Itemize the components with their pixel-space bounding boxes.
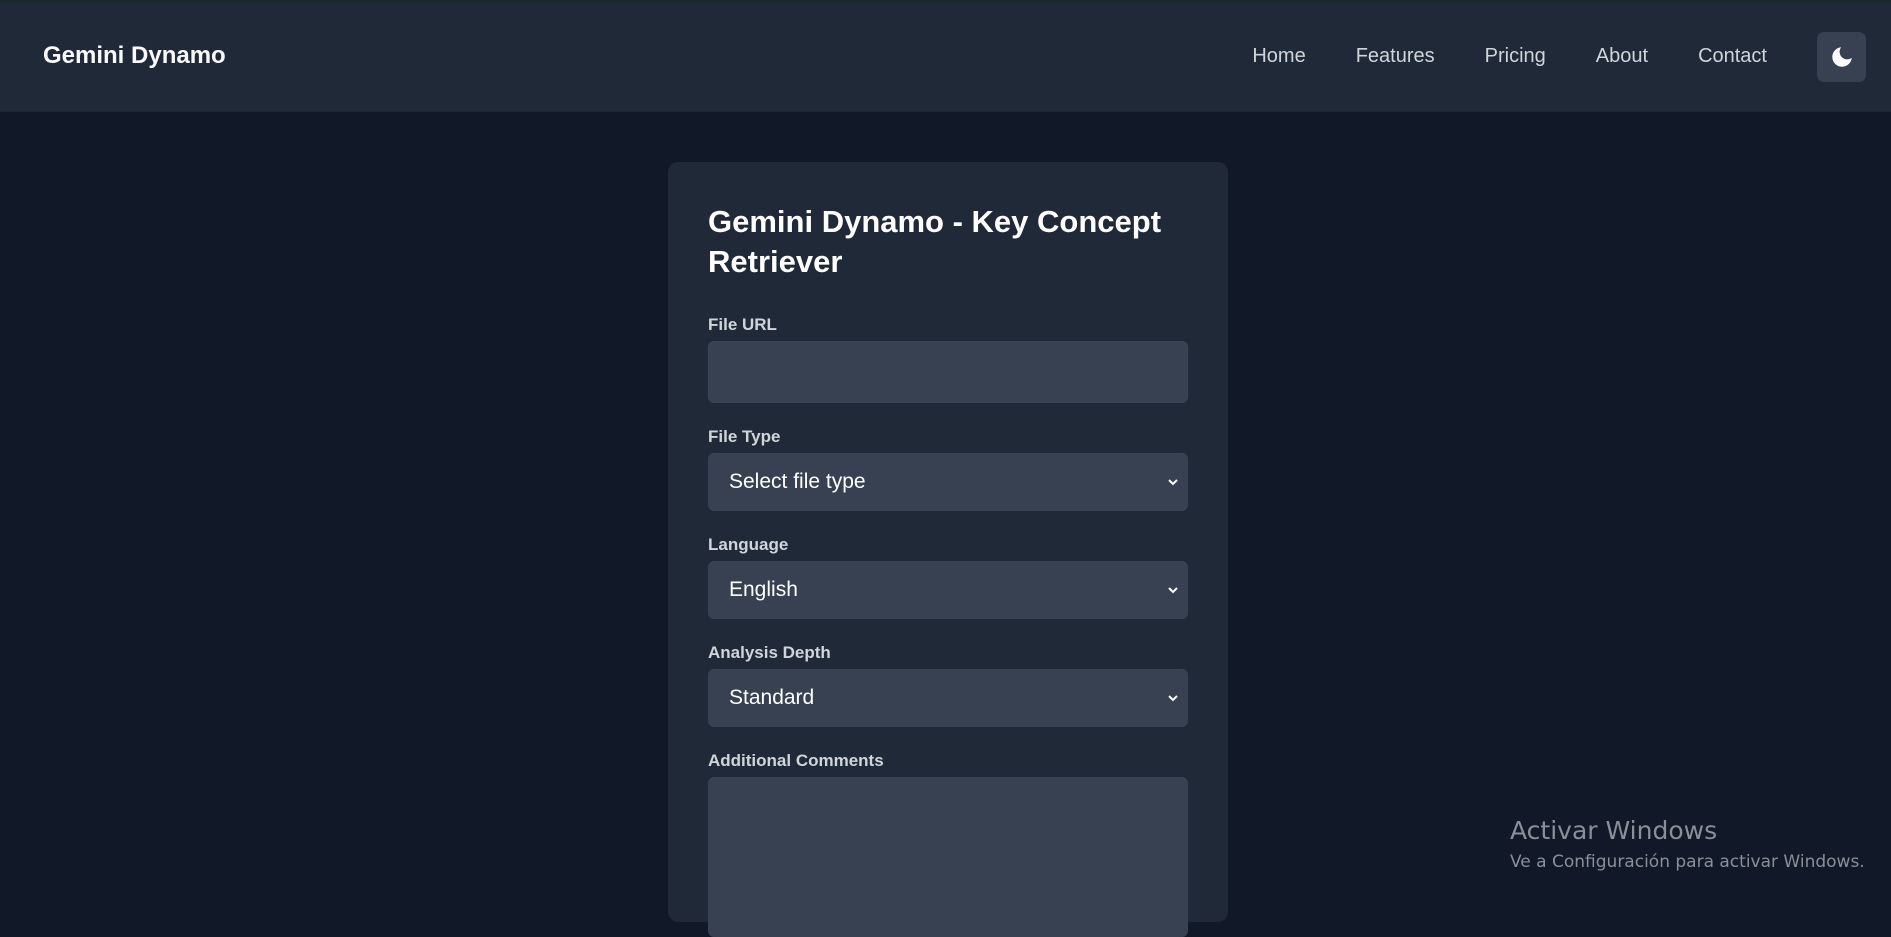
file-url-label: File URL	[708, 315, 777, 334]
file-type-label: File Type	[708, 427, 781, 446]
top-navbar: Gemini Dynamo Home Features Pricing Abou…	[0, 0, 1891, 112]
language-select[interactable]: English	[708, 561, 1188, 619]
additional-comments-label: Additional Comments	[708, 751, 884, 770]
file-type-selected-value: Select file type	[729, 470, 866, 493]
file-type-select[interactable]: Select file type	[708, 453, 1188, 511]
nav-link-contact[interactable]: Contact	[1698, 42, 1767, 70]
analysis-depth-select[interactable]: Standard	[708, 669, 1188, 727]
analysis-depth-selected-value: Standard	[729, 686, 815, 709]
language-selected-value: English	[729, 578, 798, 601]
analysis-depth-label: Analysis Depth	[708, 643, 831, 662]
nav-link-about[interactable]: About	[1596, 42, 1648, 70]
chevron-down-icon	[1168, 587, 1178, 594]
file-url-input[interactable]	[708, 341, 1188, 403]
nav-links: Home Features Pricing About Contact	[1202, 42, 1767, 70]
additional-comments-textarea[interactable]	[708, 777, 1188, 937]
nav-link-home[interactable]: Home	[1252, 42, 1305, 70]
top-border-line	[0, 0, 1891, 3]
brand-logo-text[interactable]: Gemini Dynamo	[43, 40, 226, 72]
nav-link-features[interactable]: Features	[1356, 42, 1435, 70]
windows-activation-watermark-subtitle: Ve a Configuración para activar Windows.	[1510, 852, 1865, 872]
chevron-down-icon	[1168, 479, 1178, 486]
moon-icon	[1831, 47, 1852, 67]
form-card: Gemini Dynamo - Key Concept Retriever Fi…	[668, 162, 1228, 937]
windows-activation-watermark-title: Activar Windows	[1510, 816, 1718, 845]
theme-toggle-button[interactable]	[1817, 32, 1866, 82]
language-label: Language	[708, 535, 789, 554]
page-title: Gemini Dynamo - Key Concept Retriever	[708, 204, 1162, 279]
chevron-down-icon	[1168, 695, 1178, 702]
nav-link-pricing[interactable]: Pricing	[1485, 42, 1546, 70]
